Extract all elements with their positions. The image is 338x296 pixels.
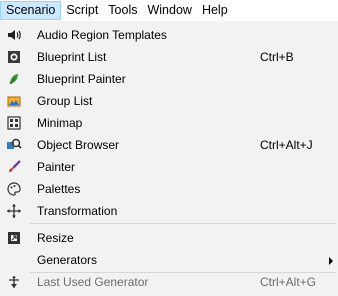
minimap-icon bbox=[6, 115, 22, 131]
paint-brush-icon bbox=[6, 159, 22, 175]
menu-item-label: Resize bbox=[37, 231, 74, 245]
menu-item-label: Group List bbox=[37, 94, 93, 108]
speaker-icon bbox=[6, 27, 22, 43]
menu-item-label: Object Browser bbox=[37, 138, 120, 152]
menu-item-shortcut: Ctrl+Alt+J bbox=[260, 138, 313, 152]
scenario-dropdown-menu: Audio Region Templates Blueprint List Ct… bbox=[0, 21, 338, 296]
group-list-icon bbox=[6, 93, 22, 109]
menu-item-object-browser[interactable]: Object Browser Ctrl+Alt+J bbox=[0, 134, 338, 156]
menu-item-generators[interactable]: Generators bbox=[0, 249, 338, 271]
menu-item-label: Audio Region Templates bbox=[37, 28, 167, 42]
object-browser-icon bbox=[6, 137, 22, 153]
menu-item-painter[interactable]: Painter bbox=[0, 156, 338, 178]
menu-scenario[interactable]: Scenario bbox=[0, 1, 62, 20]
menu-item-label: Last Used Generator bbox=[37, 275, 149, 289]
menu-bar: Scenario Script Tools Window Help bbox=[0, 0, 338, 21]
menu-item-last-used-generator: Last Used Generator Ctrl+Alt+G bbox=[0, 271, 338, 293]
menu-item-label: Blueprint Painter bbox=[37, 72, 126, 86]
menu-item-audio-region-templates[interactable]: Audio Region Templates bbox=[0, 24, 338, 46]
generator-icon bbox=[6, 274, 22, 290]
menu-item-blueprint-list[interactable]: Blueprint List Ctrl+B bbox=[0, 46, 338, 68]
menu-item-resize[interactable]: Resize bbox=[0, 227, 338, 249]
menu-item-label: Minimap bbox=[37, 116, 83, 130]
menu-window[interactable]: Window bbox=[142, 1, 196, 20]
palette-icon bbox=[6, 181, 22, 197]
menu-item-label: Blueprint List bbox=[37, 50, 107, 64]
menu-separator bbox=[30, 223, 336, 224]
submenu-arrow-icon bbox=[329, 257, 333, 265]
menu-item-palettes[interactable]: Palettes bbox=[0, 178, 338, 200]
menu-item-label: Palettes bbox=[37, 182, 81, 196]
leaf-icon bbox=[6, 71, 22, 87]
menu-help[interactable]: Help bbox=[197, 1, 233, 20]
menu-item-shortcut: Ctrl+B bbox=[260, 50, 294, 64]
menu-item-shortcut: Ctrl+Alt+G bbox=[260, 275, 317, 289]
move-arrows-icon bbox=[6, 203, 22, 219]
menu-item-minimap[interactable]: Minimap bbox=[0, 112, 338, 134]
menu-item-label: Painter bbox=[37, 160, 76, 174]
menu-script[interactable]: Script bbox=[61, 1, 103, 20]
menu-tools[interactable]: Tools bbox=[103, 1, 142, 20]
menu-item-label: Transformation bbox=[37, 204, 118, 218]
menu-item-transformation[interactable]: Transformation bbox=[0, 200, 338, 222]
menu-item-blueprint-painter[interactable]: Blueprint Painter bbox=[0, 68, 338, 90]
resize-icon bbox=[6, 230, 22, 246]
menu-item-label: Generators bbox=[37, 253, 98, 267]
menu-item-group-list[interactable]: Group List bbox=[0, 90, 338, 112]
blueprint-list-icon bbox=[6, 49, 22, 65]
